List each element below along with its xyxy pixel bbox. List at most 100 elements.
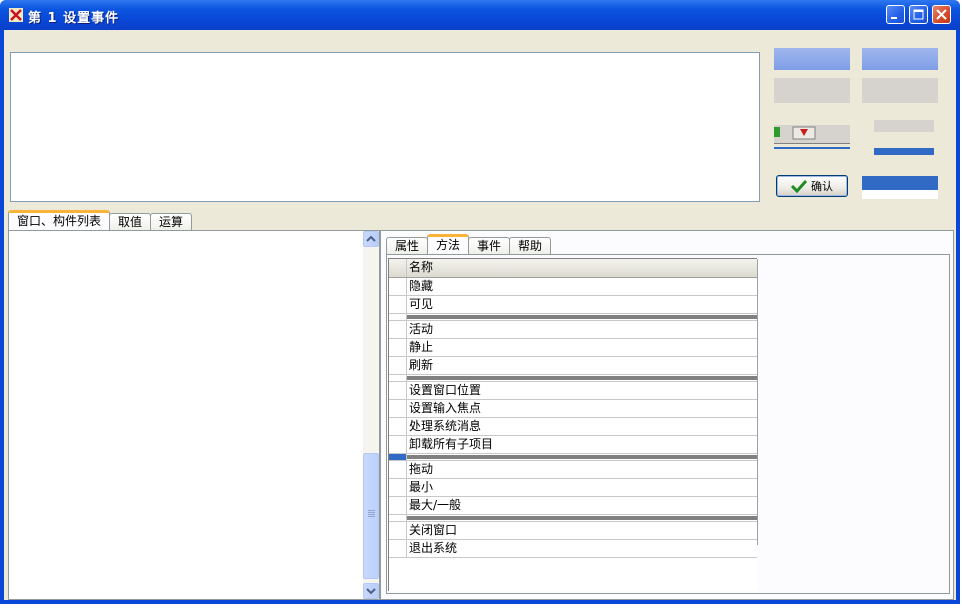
window-title: 第 1 设置事件 (28, 11, 120, 26)
row-indicator[interactable] (389, 479, 407, 496)
blank-control-5[interactable] (874, 120, 934, 132)
right-tab-strip: 属性 方法 事件 帮助 (386, 234, 552, 254)
table-row[interactable]: 拖动 (389, 461, 757, 479)
row-indicator[interactable] (389, 461, 407, 478)
table-row[interactable]: 退出系统 (389, 540, 757, 558)
table-separator-row (389, 454, 757, 461)
tab-operation[interactable]: 运算 (150, 213, 193, 230)
blank-control-3[interactable] (774, 78, 850, 103)
dialog-window: 第 1 设置事件 确认 窗口、构件列表 取值 运算 属性 方法 事件 帮助 名称… (0, 0, 960, 604)
table-row[interactable]: 关闭窗口 (389, 522, 757, 540)
table-row[interactable]: 处理系统消息 (389, 418, 757, 436)
scroll-up-button[interactable] (363, 231, 379, 247)
dialog-client-area: 确认 窗口、构件列表 取值 运算 属性 方法 事件 帮助 名称 隐藏 可见 活动… (4, 30, 956, 600)
row-indicator (389, 375, 407, 381)
maximize-icon (913, 9, 924, 20)
separator-bar (407, 376, 757, 380)
close-button[interactable] (932, 5, 951, 24)
table-header: 名称 (389, 259, 757, 278)
blank-control-2[interactable] (862, 48, 938, 70)
table-row[interactable]: 静止 (389, 339, 757, 357)
row-indicator[interactable] (389, 296, 407, 313)
tab-help[interactable]: 帮助 (509, 237, 552, 254)
method-name-cell: 静止 (409, 340, 434, 354)
row-indicator[interactable] (389, 357, 407, 374)
table-separator-row (389, 314, 757, 321)
close-icon (936, 9, 947, 20)
minimize-icon (891, 17, 897, 19)
tab-window-component-list[interactable]: 窗口、构件列表 (8, 210, 111, 230)
method-name-cell: 拖动 (409, 462, 434, 476)
method-name-cell: 退出系统 (409, 541, 458, 555)
tab-properties[interactable]: 属性 (386, 237, 429, 254)
scroll-down-button[interactable] (363, 583, 379, 599)
table-row[interactable]: 活动 (389, 321, 757, 339)
method-name-cell: 刷新 (409, 358, 434, 372)
tab-methods[interactable]: 方法 (427, 234, 470, 254)
component-list-panel[interactable] (8, 230, 380, 600)
confirm-button-label: 确认 (811, 181, 833, 193)
toolbar-strip[interactable] (774, 125, 850, 144)
table-separator-row (389, 375, 757, 382)
scroll-thumb[interactable] (363, 453, 379, 579)
table-row[interactable]: 设置窗口位置 (389, 382, 757, 400)
row-indicator (389, 515, 407, 521)
minimize-button[interactable] (886, 5, 905, 24)
method-name-cell: 设置输入焦点 (409, 401, 482, 415)
separator-bar (407, 455, 757, 459)
table-row[interactable]: 卸载所有子项目 (389, 436, 757, 454)
table-body: 隐藏可见活动 静止刷新设置窗口位置 设置输入焦点 处理系统消息 卸载所有子项目 拖动最小最… (389, 278, 757, 558)
check-icon (791, 179, 807, 193)
blank-control-1[interactable] (774, 48, 850, 70)
row-indicator[interactable] (389, 321, 407, 338)
chevron-up-icon (366, 235, 376, 242)
method-name-cell: 最小 (409, 480, 434, 494)
title-bar[interactable]: 第 1 设置事件 (0, 0, 960, 30)
table-right-border (757, 259, 758, 545)
row-indicator[interactable] (389, 382, 407, 399)
method-name-cell: 可见 (409, 297, 434, 311)
method-name-cell: 隐藏 (409, 279, 434, 293)
blank-control-4[interactable] (862, 78, 938, 103)
table-row[interactable]: 设置输入焦点 (389, 400, 757, 418)
maximize-button[interactable] (909, 5, 928, 24)
row-indicator[interactable] (389, 418, 407, 435)
method-name-cell: 设置窗口位置 (409, 383, 482, 397)
blue-divider-2 (874, 148, 934, 155)
method-name-cell: 关闭窗口 (409, 523, 458, 537)
row-indicator[interactable] (389, 522, 407, 539)
row-indicator[interactable] (389, 400, 407, 417)
row-indicator (389, 314, 407, 320)
download-icon (792, 126, 816, 140)
blank-control-7[interactable] (862, 190, 938, 199)
chevron-down-icon (366, 588, 376, 595)
row-indicator[interactable] (389, 339, 407, 356)
row-indicator (389, 259, 407, 277)
blue-divider-1 (774, 147, 850, 149)
separator-bar (407, 315, 757, 319)
table-row[interactable]: 可见 (389, 296, 757, 314)
tab-value[interactable]: 取值 (109, 213, 152, 230)
method-name-cell: 处理系统消息 (409, 419, 482, 433)
separator-bar (407, 516, 757, 520)
tab-events[interactable]: 事件 (468, 237, 511, 254)
component-list-scrollbar[interactable] (363, 231, 379, 599)
table-row[interactable]: 刷新 (389, 357, 757, 375)
row-indicator (389, 454, 407, 460)
methods-table: 名称 隐藏可见活动 静止刷新设置窗口位置 设置输入焦点 处理系统消息 卸载所有子项目 拖动… (388, 258, 758, 591)
row-indicator[interactable] (389, 436, 407, 453)
row-indicator[interactable] (389, 540, 407, 557)
event-script-editor[interactable] (10, 52, 760, 202)
table-separator-row (389, 515, 757, 522)
column-header-name[interactable]: 名称 (407, 259, 757, 277)
method-name-cell: 卸载所有子项目 (409, 437, 494, 451)
confirm-button[interactable]: 确认 (776, 175, 848, 197)
table-row[interactable]: 最大/一般 (389, 497, 757, 515)
row-indicator[interactable] (389, 497, 407, 514)
table-row[interactable]: 隐藏 (389, 278, 757, 296)
blank-control-6[interactable] (862, 176, 938, 190)
row-indicator[interactable] (389, 278, 407, 295)
table-row[interactable]: 最小 (389, 479, 757, 497)
grip-icon (368, 510, 375, 517)
left-tab-strip: 窗口、构件列表 取值 运算 (8, 210, 193, 230)
